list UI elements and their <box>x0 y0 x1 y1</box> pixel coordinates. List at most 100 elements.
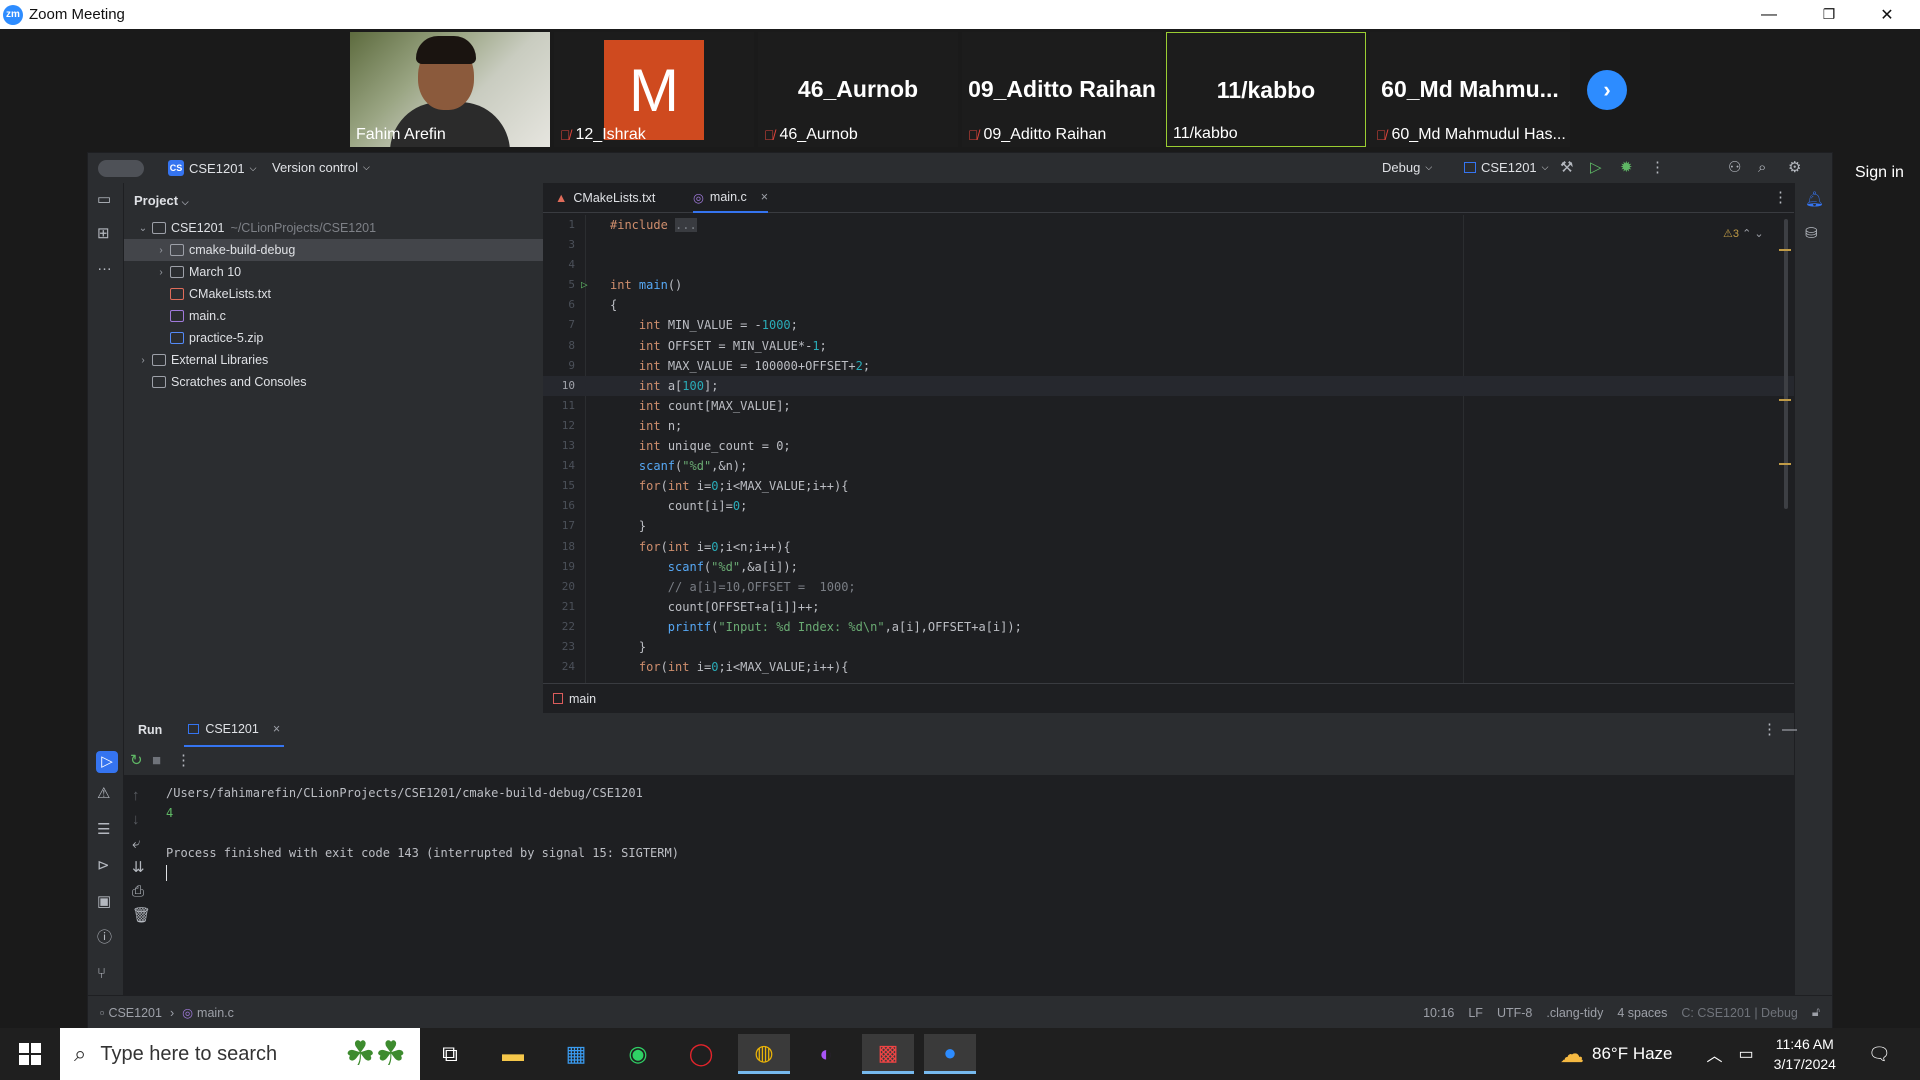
run-icon[interactable]: ▷ <box>1590 159 1602 177</box>
warning-marker[interactable] <box>1779 399 1791 401</box>
clear-trash-icon[interactable]: 🗑︎ <box>132 907 151 925</box>
editor-scrollbar[interactable] <box>1784 219 1788 509</box>
participant-tile-video[interactable]: Fahim Arefin <box>350 32 550 147</box>
code-line[interactable]: 19 scanf("%d",&a[i]); <box>543 557 1794 577</box>
task-view-icon[interactable]: ⧉ <box>424 1034 476 1074</box>
notification-center-icon[interactable]: 🗨︎ <box>1868 1044 1891 1065</box>
file-encoding[interactable]: UTF-8 <box>1497 1006 1532 1020</box>
problems-icon[interactable]: ⓘ <box>97 929 112 947</box>
vcs-selector[interactable]: Version control ⌵ <box>272 160 370 175</box>
close-button[interactable]: ✕ <box>1858 0 1916 29</box>
tree-item[interactable]: › External Libraries <box>124 349 543 371</box>
code-line[interactable]: 21 count[OFFSET+a[i]]++; <box>543 597 1794 617</box>
code-line[interactable]: 17 } <box>543 516 1794 536</box>
git-branch-icon[interactable]: ⑂ <box>97 965 106 983</box>
more-actions-icon[interactable]: ⋮ <box>1650 159 1665 177</box>
more-tools-icon[interactable]: … <box>97 257 112 275</box>
notifications-icon[interactable]: 🔔︎ <box>1805 191 1824 209</box>
taskbar-search[interactable]: ⌕ Type here to search ☘☘ <box>60 1028 420 1080</box>
code-line[interactable]: 3 <box>543 235 1794 255</box>
build-context[interactable]: C: CSE1201 | Debug <box>1681 1006 1798 1020</box>
code-line[interactable]: 4 <box>543 255 1794 275</box>
chevron-icon[interactable]: › <box>136 355 150 366</box>
cursor-position[interactable]: 10:16 <box>1423 1006 1454 1020</box>
whatsapp-icon[interactable]: ◉ <box>612 1034 664 1074</box>
stop-icon[interactable]: ■ <box>152 752 161 770</box>
run-tab[interactable]: CSE1201 × <box>184 713 285 747</box>
console-caret[interactable] <box>166 865 167 881</box>
code-line[interactable]: 11 int count[MAX_VALUE]; <box>543 396 1794 416</box>
zoom-icon[interactable]: ● <box>924 1034 976 1074</box>
chrome-icon[interactable]: ◍ <box>738 1034 790 1074</box>
tab-options-icon[interactable]: ⋮ <box>1773 189 1788 207</box>
more-run-actions-icon[interactable]: ⋮ <box>176 752 191 770</box>
file-explorer-icon[interactable]: ▬ <box>487 1034 539 1074</box>
scroll-down-icon[interactable]: ↓ <box>132 811 140 829</box>
minimize-panel-icon[interactable]: — <box>1782 721 1797 739</box>
project-selector[interactable]: CS CSE1201 ⌵ <box>168 160 256 176</box>
code-line[interactable]: 6{ <box>543 295 1794 315</box>
warnings-indicator[interactable]: ⚠3 ⌃ ⌄ <box>1723 227 1764 240</box>
code-line[interactable]: 5 int main() ▷ <box>543 275 1794 295</box>
tree-item[interactable]: › March 10 <box>124 261 543 283</box>
code-line[interactable]: 8 int OFFSET = MIN_VALUE*-1; <box>543 336 1794 356</box>
todo-icon[interactable]: ☰ <box>97 821 110 839</box>
code-line[interactable]: 7 int MIN_VALUE = -1000; <box>543 315 1794 335</box>
indent-setting[interactable]: 4 spaces <box>1617 1006 1667 1020</box>
services-icon[interactable]: ⊳ <box>97 857 110 875</box>
tree-item[interactable]: ⌄ CSE1201 ~/CLionProjects/CSE1201 <box>124 217 543 239</box>
store-icon[interactable]: ▦ <box>550 1034 602 1074</box>
code-line[interactable]: 23 } <box>543 637 1794 657</box>
participant-tile[interactable]: M 🎙̸ 12_Ishrak <box>554 32 754 147</box>
console-output[interactable]: /Users/fahimarefin/CLionProjects/CSE1201… <box>166 783 679 881</box>
clock[interactable]: 11:46 AM 3/17/2024 <box>1774 1034 1836 1074</box>
database-icon[interactable]: ⛁ <box>1805 225 1818 243</box>
status-project[interactable]: CSE1201 <box>108 1006 162 1020</box>
terminal-icon[interactable]: ▣ <box>97 893 111 911</box>
code-line[interactable]: 16 count[i]=0; <box>543 496 1794 516</box>
lock-icon[interactable]: 🔓︎ <box>1812 1005 1820 1020</box>
target-selector[interactable]: CSE1201 ⌵ <box>1464 160 1548 175</box>
close-tab-icon[interactable]: × <box>761 190 768 204</box>
tree-item[interactable]: › cmake-build-debug <box>124 239 543 261</box>
restore-button[interactable]: ❐ <box>1800 0 1858 29</box>
tree-item[interactable]: Scratches and Consoles <box>124 371 543 393</box>
line-separator[interactable]: LF <box>1468 1006 1483 1020</box>
start-button[interactable] <box>0 1028 60 1080</box>
status-file[interactable]: main.c <box>197 1006 234 1020</box>
editor-breadcrumb[interactable]: main <box>543 683 1794 713</box>
weather-text[interactable]: 86°F Haze <box>1592 1044 1673 1064</box>
soft-wrap-icon[interactable]: ⤶ <box>132 835 140 853</box>
project-folder-icon[interactable]: ▭ <box>97 191 111 209</box>
tab-main-c[interactable]: ◎ main.c × <box>693 183 769 213</box>
tree-item[interactable]: practice-5.zip <box>124 327 543 349</box>
tree-item[interactable]: CMakeLists.txt <box>124 283 543 305</box>
warning-marker[interactable] <box>1779 249 1791 251</box>
search-icon[interactable]: ⌕ <box>1758 159 1766 177</box>
chevron-icon[interactable]: › <box>154 245 168 256</box>
settings-gear-icon[interactable]: ⚙ <box>1788 159 1801 177</box>
code-line[interactable]: 22 printf("Input: %d Index: %d\n",a[i],O… <box>543 617 1794 637</box>
show-hidden-icons[interactable]: ︿ <box>1707 1042 1723 1066</box>
code-line[interactable]: 20 // a[i]=10,OFFSET = 1000; <box>543 577 1794 597</box>
run-gutter-icon[interactable]: ▷ <box>581 275 588 295</box>
run-config-selector[interactable]: Debug ⌵ <box>1382 160 1432 175</box>
scroll-up-icon[interactable]: ↑ <box>132 787 140 805</box>
participant-tile[interactable]: 60_Md Mahmu... 🎙̸ 60_Md Mahmudul Has... <box>1370 32 1570 147</box>
messenger-icon[interactable]: ◐ <box>800 1034 852 1074</box>
scroll-to-end-icon[interactable]: ⇊ <box>132 859 145 877</box>
build-icon[interactable]: ⚒ <box>1560 159 1573 177</box>
close-tab-icon[interactable]: × <box>273 722 280 736</box>
main-menu-button[interactable] <box>98 160 144 177</box>
tree-item[interactable]: main.c <box>124 305 543 327</box>
code-line[interactable]: 18 for(int i=0;i<n;i++){ <box>543 537 1794 557</box>
structure-icon[interactable]: ⊞ <box>97 225 110 243</box>
warning-marker[interactable] <box>1779 463 1791 465</box>
project-panel-title[interactable]: Project ⌵ <box>134 193 189 208</box>
tab-cmakelists[interactable]: ▲ CMakeLists.txt <box>555 183 655 213</box>
print-icon[interactable]: ⎙ <box>132 883 144 901</box>
rerun-icon[interactable]: ↻ <box>130 752 143 770</box>
linter-status[interactable]: .clang-tidy <box>1546 1006 1603 1020</box>
opera-icon[interactable]: ◯ <box>675 1034 727 1074</box>
chevron-icon[interactable]: › <box>154 267 168 278</box>
